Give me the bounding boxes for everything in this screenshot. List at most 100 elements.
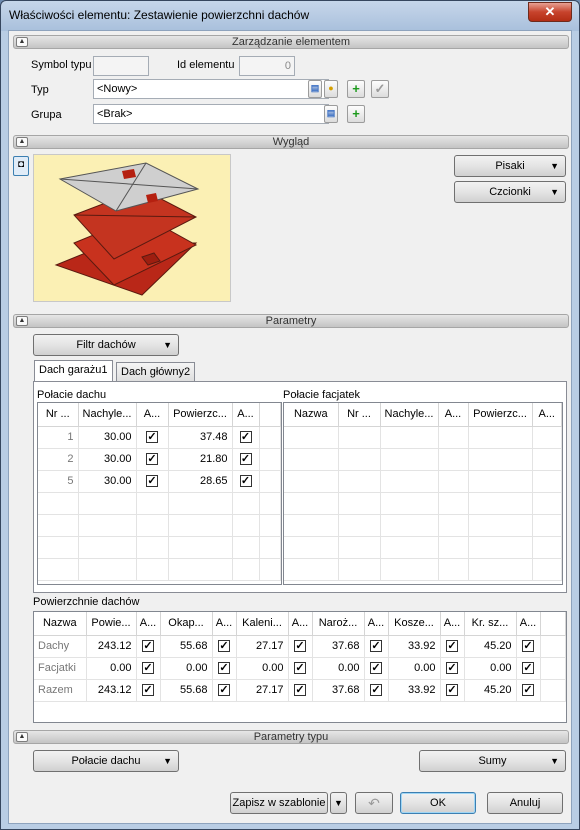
dropdown-arrow-icon: ▼: [550, 161, 559, 171]
column-header[interactable]: Nr ...: [338, 403, 381, 427]
column-header[interactable]: A...: [364, 612, 389, 636]
column-header[interactable]: Nachyle...: [380, 403, 439, 427]
group-field[interactable]: <Brak>: [93, 104, 329, 124]
checkbox[interactable]: ✓: [370, 640, 382, 653]
ok-button[interactable]: OK: [400, 792, 476, 814]
checkbox[interactable]: ✓: [294, 684, 306, 697]
table-row[interactable]: Facjatki 0.00 ✓ 0.00 ✓ 0.00 ✓ 0.00 ✓ 0.0…: [34, 657, 566, 680]
column-header[interactable]: Kr. sz...: [464, 612, 517, 636]
column-header[interactable]: A...: [136, 403, 169, 427]
column-header[interactable]: Nr ...: [38, 403, 79, 427]
column-header[interactable]: Nazwa: [284, 403, 339, 427]
roof-filter-button[interactable]: Filtr dachów ▼: [33, 334, 179, 356]
roof-slopes-grid[interactable]: Nr ... Nachyle... A... Powierzc... A... …: [37, 402, 282, 585]
table-row[interactable]: 5 30.00 ✓ 28.65 ✓: [38, 470, 281, 493]
checkbox[interactable]: ✓: [146, 453, 158, 466]
checkbox[interactable]: ✓: [218, 662, 230, 675]
column-header[interactable]: Naroż...: [312, 612, 365, 636]
checkbox[interactable]: ✓: [142, 640, 154, 653]
slope-angle-cell[interactable]: 30.00: [78, 470, 137, 493]
checkbox[interactable]: ✓: [146, 475, 158, 488]
section-appearance[interactable]: ▲ Wygląd: [13, 135, 569, 149]
checkbox[interactable]: ✓: [294, 640, 306, 653]
collapse-icon[interactable]: ▲: [16, 732, 28, 742]
collapse-icon[interactable]: ▲: [16, 316, 28, 326]
column-header[interactable]: A...: [288, 612, 313, 636]
sums-dropdown[interactable]: Sumy ▼: [419, 750, 566, 772]
roof-surfaces-grid[interactable]: Nazwa Powie... A... Okap... A... Kaleni.…: [33, 611, 567, 723]
checkbox[interactable]: ✓: [522, 684, 534, 697]
checkbox[interactable]: ✓: [218, 640, 230, 653]
checkbox[interactable]: ✓: [370, 684, 382, 697]
column-header[interactable]: A...: [232, 403, 260, 427]
column-header[interactable]: A...: [516, 612, 541, 636]
slope-angle-cell[interactable]: 30.00: [78, 448, 137, 471]
add-type-icon[interactable]: +: [347, 80, 365, 98]
checkbox[interactable]: ✓: [142, 684, 154, 697]
column-header[interactable]: A...: [440, 612, 465, 636]
section-type-parameters[interactable]: ▲ Parametry typu: [13, 730, 569, 744]
pens-button[interactable]: Pisaki ▼: [454, 155, 566, 177]
checkbox[interactable]: ✓: [218, 684, 230, 697]
id-label: Id elementu: [177, 59, 235, 71]
slope-area-cell[interactable]: 37.48: [168, 426, 233, 449]
column-header[interactable]: Powierzc...: [168, 403, 233, 427]
type-field[interactable]: <Nowy>: [93, 79, 329, 99]
camera-icon[interactable]: ◘: [13, 156, 29, 176]
tab-main-roof[interactable]: Dach główny2: [116, 362, 196, 381]
undo-icon[interactable]: ↶: [355, 792, 393, 814]
slope-area-cell[interactable]: 28.65: [168, 470, 233, 493]
table-row[interactable]: 2 30.00 ✓ 21.80 ✓: [38, 448, 281, 471]
column-header[interactable]: A...: [136, 612, 161, 636]
column-header[interactable]: Nazwa: [34, 612, 87, 636]
column-header[interactable]: Okap...: [160, 612, 213, 636]
slope-angle-cell[interactable]: 30.00: [78, 426, 137, 449]
table-row[interactable]: Dachy 243.12 ✓ 55.68 ✓ 27.17 ✓ 37.68 ✓ 3…: [34, 635, 566, 658]
close-button[interactable]: ✕: [528, 2, 572, 22]
value-cell: 0.00: [86, 657, 137, 680]
table-row[interactable]: 1 30.00 ✓ 37.48 ✓: [38, 426, 281, 449]
symbol-field: [93, 56, 149, 76]
document-icon[interactable]: ▤: [308, 80, 322, 98]
slope-area-cell[interactable]: 21.80: [168, 448, 233, 471]
document-icon[interactable]: ▤: [324, 105, 338, 123]
checkbox[interactable]: ✓: [522, 662, 534, 675]
checkbox[interactable]: ✓: [446, 684, 458, 697]
checkbox[interactable]: ✓: [446, 662, 458, 675]
title-bar[interactable]: Właściwości elementu: Zestawienie powier…: [1, 1, 579, 29]
checkbox[interactable]: ✓: [522, 640, 534, 653]
fonts-button[interactable]: Czcionki ▼: [454, 181, 566, 203]
checkbox[interactable]: ✓: [146, 431, 158, 444]
section-parameters[interactable]: ▲ Parametry: [13, 314, 569, 328]
roof-slopes-title: Połacie dachu: [37, 389, 107, 401]
section-element-management[interactable]: ▲ Zarządzanie elementem: [13, 35, 569, 49]
cancel-button[interactable]: Anuluj: [487, 792, 563, 814]
checkbox[interactable]: ✓: [142, 662, 154, 675]
checkbox[interactable]: ✓: [239, 431, 252, 444]
roof-slopes-dropdown[interactable]: Połacie dachu ▼: [33, 750, 179, 772]
checkbox[interactable]: ✓: [294, 662, 306, 675]
column-header[interactable]: A...: [438, 403, 469, 427]
add-group-icon[interactable]: +: [347, 105, 365, 123]
collapse-icon[interactable]: ▲: [16, 137, 28, 147]
column-header[interactable]: Powie...: [86, 612, 137, 636]
column-header[interactable]: A...: [532, 403, 562, 427]
collapse-icon[interactable]: ▲: [16, 37, 28, 47]
tab-garage-roof[interactable]: Dach garażu1: [34, 360, 113, 381]
column-header[interactable]: A...: [212, 612, 237, 636]
column-header[interactable]: Powierzc...: [468, 403, 533, 427]
dormer-slopes-grid[interactable]: Nazwa Nr ... Nachyle... A... Powierzc...…: [283, 402, 563, 585]
checkbox[interactable]: ✓: [446, 640, 458, 653]
checkbox[interactable]: ✓: [370, 662, 382, 675]
table-row[interactable]: Razem 243.12 ✓ 55.68 ✓ 27.17 ✓ 37.68 ✓ 3…: [34, 679, 566, 702]
checkbox[interactable]: ✓: [239, 475, 252, 488]
checkbox[interactable]: ✓: [239, 453, 252, 466]
column-header[interactable]: Nachyle...: [78, 403, 137, 427]
column-header[interactable]: Kosze...: [388, 612, 441, 636]
confirm-type-icon[interactable]: ✓: [371, 80, 389, 98]
save-template-dropdown-icon[interactable]: ▼: [330, 792, 347, 814]
bulb-icon[interactable]: ●: [324, 80, 338, 98]
surface-name-cell: Razem: [34, 679, 87, 702]
column-header[interactable]: Kaleni...: [236, 612, 289, 636]
save-template-button[interactable]: Zapisz w szablonie: [230, 792, 328, 814]
